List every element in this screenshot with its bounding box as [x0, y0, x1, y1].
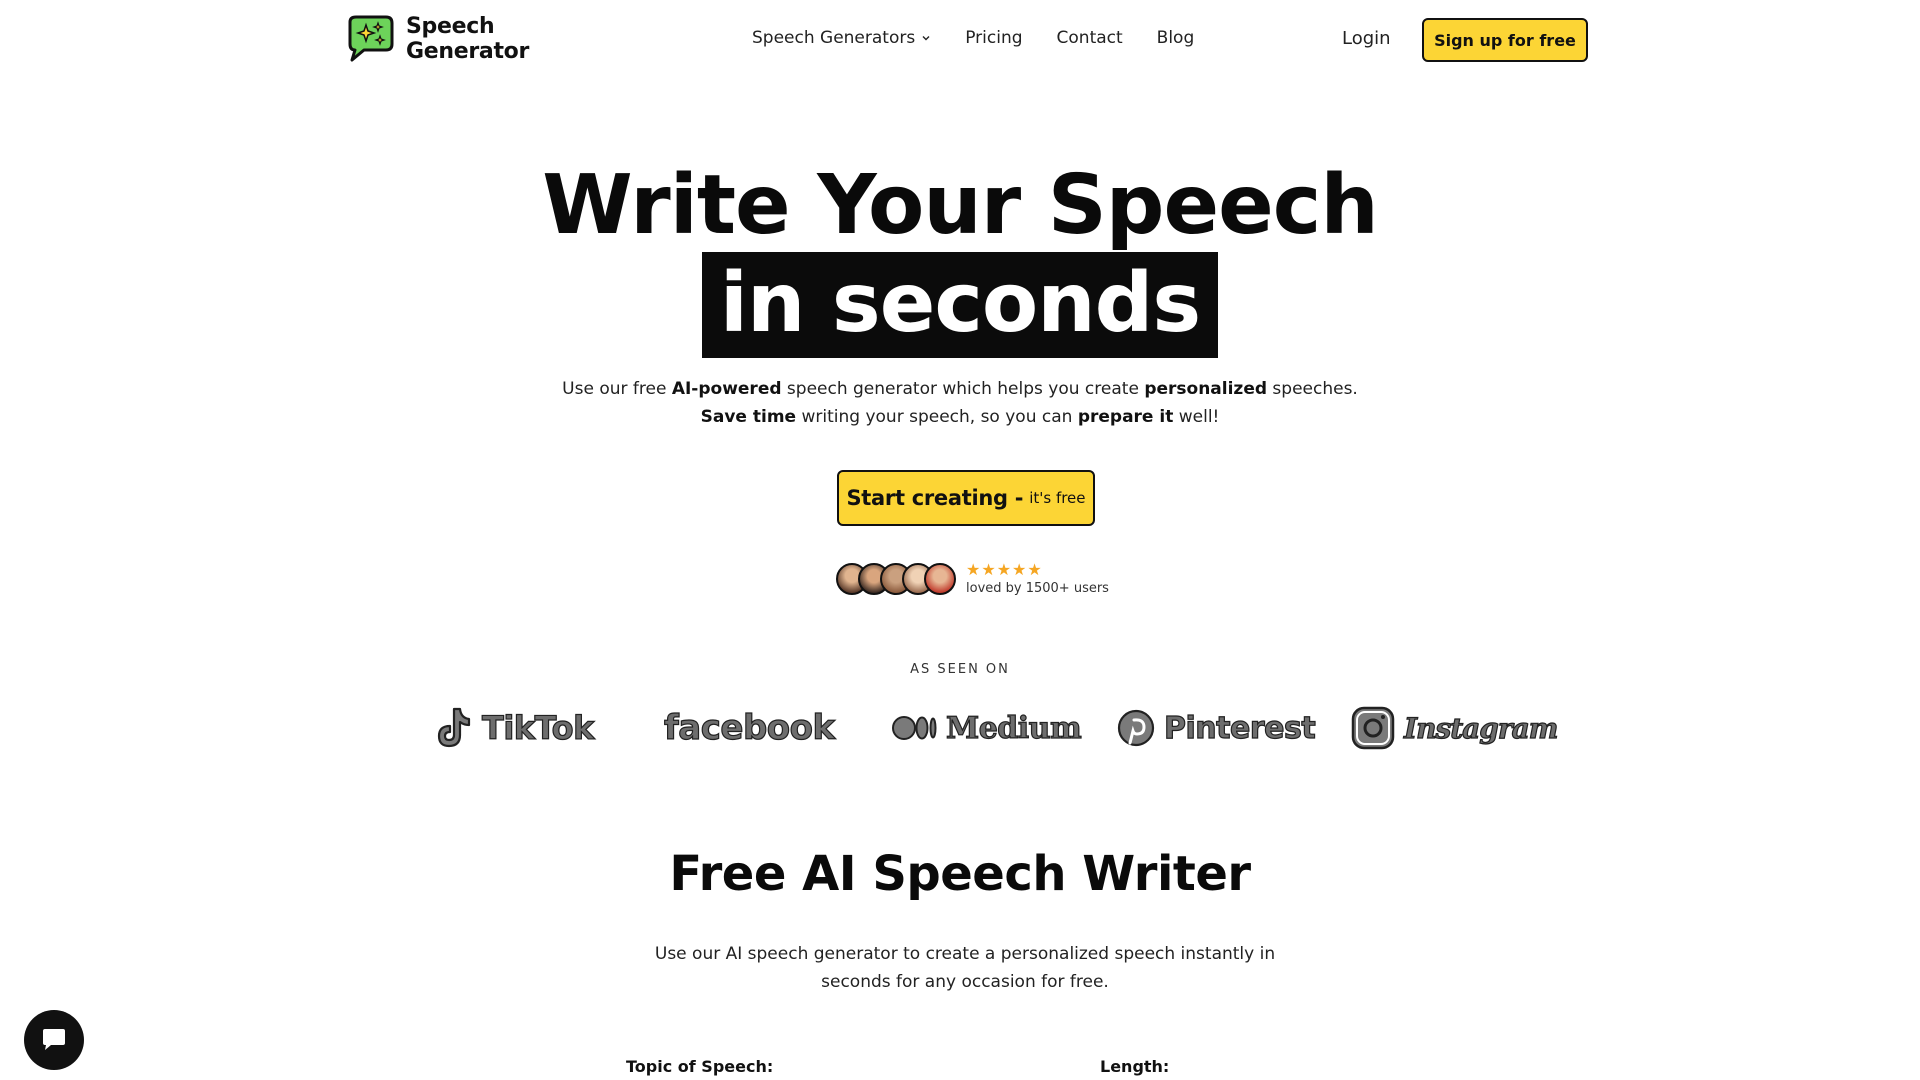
logo-line-1: Speech	[406, 14, 495, 39]
nav-speech-generators-label: Speech Generators	[752, 28, 916, 48]
tiktok-icon	[437, 707, 471, 748]
nav-pricing[interactable]: Pricing	[965, 28, 1022, 48]
subtitle-line-2: Save time writing your speech, so you ca…	[0, 403, 1920, 431]
brand-instagram: Instagram	[1350, 698, 1559, 758]
cta-main-label: Start creating -	[846, 486, 1024, 510]
subtitle-line-1: Use our free AI-powered speech generator…	[0, 375, 1920, 403]
subtitle-text: writing your speech, so you can	[796, 407, 1078, 427]
chat-widget-button[interactable]	[24, 1010, 84, 1070]
user-avatars	[836, 563, 956, 595]
main-nav: Speech Generators Pricing Contact Blog	[752, 28, 1194, 48]
length-label: Length:	[1100, 1057, 1170, 1076]
hero-subtitle: Use our free AI-powered speech generator…	[0, 375, 1920, 431]
rating-block: ★★★★★ loved by 1500+ users	[966, 560, 1109, 597]
brand-instagram-label: Instagram	[1403, 711, 1559, 745]
signup-button[interactable]: Sign up for free	[1422, 18, 1588, 62]
subtitle-text: speeches.	[1267, 379, 1358, 399]
brand-medium-label: Medium	[945, 710, 1082, 746]
brand-facebook: facebook	[663, 698, 835, 758]
medium-icon	[892, 716, 937, 740]
subtitle-text: Use our free	[562, 379, 672, 399]
chat-icon	[43, 1029, 65, 1050]
topic-label: Topic of Speech:	[626, 1057, 774, 1076]
subtitle-bold: prepare it	[1077, 407, 1174, 427]
loved-by-label: loved by 1500+ users	[966, 581, 1109, 596]
nav-contact[interactable]: Contact	[1057, 28, 1123, 48]
as-seen-on-label: AS SEEN ON	[910, 662, 1010, 677]
login-link[interactable]: Login	[1342, 28, 1391, 49]
brand-logos: TikTok facebook Medium Pinterest Instagr…	[434, 698, 1559, 758]
brand-pinterest-label: Pinterest	[1163, 710, 1316, 746]
subtitle-text: well!	[1173, 407, 1220, 427]
avatar	[924, 563, 956, 595]
speech-bubble-logo-icon	[348, 15, 394, 62]
subtitle-bold: AI-powered	[671, 379, 782, 399]
nav-blog[interactable]: Blog	[1157, 28, 1195, 48]
rating-stars: ★★★★★	[966, 560, 1043, 579]
logo-text: Speech Generator	[406, 14, 529, 64]
brand-medium: Medium	[892, 698, 1082, 758]
chevron-down-icon	[922, 36, 930, 41]
instagram-icon	[1351, 706, 1395, 750]
cta-sub-label: it's free	[1029, 489, 1086, 507]
logo[interactable]: Speech Generator	[342, 14, 529, 64]
subtitle-bold: Save time	[700, 407, 797, 427]
hero-title-line-2-wrap: in seconds	[0, 252, 1920, 358]
nav-speech-generators[interactable]: Speech Generators	[752, 28, 931, 48]
brand-facebook-label: facebook	[663, 707, 835, 748]
logo-line-2: Generator	[406, 39, 530, 64]
brand-tiktok-label: TikTok	[481, 708, 595, 747]
social-proof: ★★★★★ loved by 1500+ users	[836, 562, 1109, 596]
hero-title-line-2: in seconds	[701, 252, 1219, 358]
brand-tiktok: TikTok	[434, 698, 595, 758]
section-title: Free AI Speech Writer	[669, 846, 1251, 902]
hero-title-line-1: Write Your Speech	[542, 158, 1378, 253]
site-header: Speech Generator Speech Generators Prici…	[0, 0, 1920, 80]
subtitle-bold: personalized	[1144, 379, 1268, 399]
pinterest-icon	[1117, 709, 1155, 747]
brand-pinterest: Pinterest	[1116, 698, 1316, 758]
section-description: Use our AI speech generator to create a …	[654, 944, 1276, 992]
subtitle-text: speech generator which helps you create	[781, 379, 1145, 399]
start-creating-button[interactable]: Start creating - it's free	[837, 470, 1095, 526]
